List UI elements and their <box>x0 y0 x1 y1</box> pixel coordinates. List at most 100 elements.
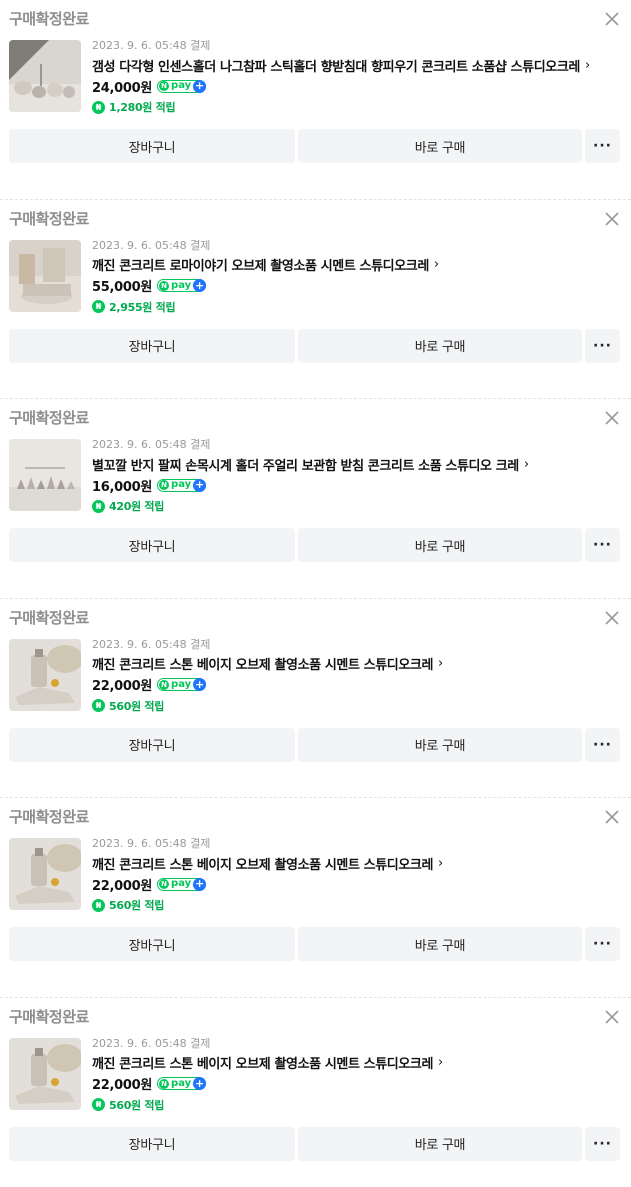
chevron-right-icon: › <box>584 57 591 73</box>
order-date: 2023. 9. 6. 05:48 결제 <box>92 438 211 451</box>
more-options-button[interactable]: ··· <box>585 727 620 762</box>
close-icon[interactable] <box>603 1008 621 1026</box>
order-actions: 장바구니 바로 구매 ··· <box>9 528 622 562</box>
more-options-button[interactable]: ··· <box>585 528 620 562</box>
product-thumbnail[interactable] <box>9 439 81 511</box>
product-thumbnail[interactable] <box>9 838 81 910</box>
product-thumbnail[interactable] <box>9 638 81 711</box>
npay-label: pay <box>171 878 192 889</box>
close-icon[interactable] <box>603 409 621 427</box>
product-title: 별꼬깔 반지 팔찌 손목시계 홀더 주얼리 보관함 받침 콘크리트 소품 스튜디… <box>92 458 519 474</box>
add-to-cart-button[interactable]: 장바구니 <box>9 927 295 961</box>
npay-n-icon: N <box>159 280 170 291</box>
buy-now-button[interactable]: 바로 구매 <box>298 1126 582 1161</box>
add-to-cart-button[interactable]: 장바구니 <box>9 1126 295 1161</box>
product-price: 22,000원 <box>92 679 153 694</box>
npay-n-icon: N <box>159 480 170 490</box>
npoint-icon: ₦ <box>92 100 105 114</box>
product-price: 55,000원 <box>92 280 153 295</box>
plus-icon: + <box>193 79 207 93</box>
product-price: 16,000원 <box>92 479 153 495</box>
add-to-cart-button[interactable]: 장바구니 <box>9 328 295 363</box>
more-options-button[interactable]: ··· <box>585 129 620 163</box>
chevron-right-icon: › <box>433 257 440 272</box>
order-status: 구매확정완료 <box>9 608 89 627</box>
order-status: 구매확정완료 <box>9 10 89 28</box>
buy-now-button[interactable]: 바로 구매 <box>298 328 582 363</box>
product-thumbnail[interactable] <box>9 40 81 112</box>
product-title: 깨진 콘크리트 스톤 베이지 오브제 촬영소품 시멘트 스튜디오크레 <box>92 1057 434 1072</box>
close-icon[interactable] <box>603 808 621 826</box>
order-card: 구매확정완료 2023. 9. 6. 05:48 결제 깨진 콘크리트 스톤 베… <box>0 998 631 1187</box>
close-icon[interactable] <box>603 10 621 28</box>
npay-label: pay <box>171 678 192 690</box>
product-thumbnail[interactable] <box>9 1037 81 1110</box>
price-row: 22,000원 Npay + <box>92 675 623 695</box>
close-icon[interactable] <box>603 609 621 627</box>
product-link[interactable]: 깨진 콘크리트 스톤 베이지 오브제 촬영소품 시멘트 스튜디오크레 › <box>92 853 623 873</box>
npoint-icon: ₦ <box>92 898 105 912</box>
add-to-cart-button[interactable]: 장바구니 <box>9 129 295 163</box>
npay-plus-badge: Npay + <box>157 79 207 93</box>
product-thumbnail[interactable] <box>9 239 81 312</box>
close-icon[interactable] <box>603 210 621 228</box>
points-earned: 420원 적립 <box>109 500 165 513</box>
order-card: 구매확정완료 2023. 9. 6. 05:48 결제 깨진 콘크리트 로마이야… <box>0 200 631 399</box>
points-row: ₦ 560원 적립 <box>92 696 623 716</box>
points-row: ₦ 420원 적립 <box>92 496 623 516</box>
add-to-cart-button[interactable]: 장바구니 <box>9 727 295 762</box>
buy-now-button[interactable]: 바로 구매 <box>298 727 582 762</box>
chevron-right-icon: › <box>438 656 444 671</box>
order-status: 구매확정완료 <box>9 409 89 427</box>
order-date: 2023. 9. 6. 05:48 결제 <box>92 637 211 651</box>
points-earned: 2,955원 적립 <box>109 300 176 314</box>
price-row: 55,000원 Npay + <box>92 276 623 296</box>
product-link[interactable]: 깨진 콘크리트 로마이야기 오브제 촬영소품 시멘트 스튜디오크레 › <box>92 255 623 275</box>
more-options-button[interactable]: ··· <box>585 328 620 363</box>
price-row: 22,000원 Npay + <box>92 1074 623 1094</box>
npay-label: pay <box>171 479 192 490</box>
order-info: 2023. 9. 6. 05:48 결제 깨진 콘크리트 스톤 베이지 오브제 … <box>92 1036 623 1115</box>
order-info: 2023. 9. 6. 05:48 결제 갬성 다각형 인센스홀더 나그참파 스… <box>92 38 623 117</box>
plus-icon: + <box>193 478 207 492</box>
price-row: 24,000원 Npay + <box>92 76 623 96</box>
buy-now-button[interactable]: 바로 구매 <box>298 129 582 163</box>
plus-icon: + <box>193 1076 207 1090</box>
product-link[interactable]: 깨진 콘크리트 스톤 베이지 오브제 촬영소품 시멘트 스튜디오크레 › <box>92 1053 623 1073</box>
points-row: ₦ 560원 적립 <box>92 1095 623 1115</box>
npay-plus-badge: Npay + <box>157 677 207 691</box>
npay-plus-badge: Npay + <box>157 1076 207 1090</box>
more-options-button[interactable]: ··· <box>585 1126 620 1161</box>
npay-n-icon: N <box>159 679 170 690</box>
points-earned: 560원 적립 <box>109 1098 165 1112</box>
buy-now-button[interactable]: 바로 구매 <box>298 528 582 562</box>
product-link[interactable]: 갬성 다각형 인센스홀더 나그참파 스틱홀더 향받침대 향피우기 콘크리트 소품… <box>92 55 623 75</box>
order-date: 2023. 9. 6. 05:48 결제 <box>92 238 211 252</box>
order-status: 구매확정완료 <box>9 1007 89 1026</box>
order-status: 구매확정완료 <box>9 209 89 228</box>
npay-n-icon: N <box>159 1078 170 1089</box>
add-to-cart-button[interactable]: 장바구니 <box>9 528 295 562</box>
npoint-icon: ₦ <box>92 699 105 712</box>
npoint-icon: ₦ <box>92 300 105 313</box>
npay-n-icon: N <box>159 879 170 889</box>
plus-icon: + <box>193 877 207 891</box>
product-title: 깨진 콘크리트 스톤 베이지 오브제 촬영소품 시멘트 스튜디오크레 <box>92 658 434 673</box>
points-row: ₦ 560원 적립 <box>92 895 623 915</box>
order-info: 2023. 9. 6. 05:48 결제 깨진 콘크리트 로마이야기 오브제 촬… <box>92 238 623 317</box>
order-status: 구매확정완료 <box>9 808 89 826</box>
product-title: 갬성 다각형 인센스홀더 나그참파 스틱홀더 향받침대 향피우기 콘크리트 소품… <box>92 59 580 75</box>
more-options-button[interactable]: ··· <box>585 927 620 961</box>
order-actions: 장바구니 바로 구매 ··· <box>9 727 622 762</box>
product-link[interactable]: 별꼬깔 반지 팔찌 손목시계 홀더 주얼리 보관함 받침 콘크리트 소품 스튜디… <box>92 454 623 474</box>
product-link[interactable]: 깨진 콘크리트 스톤 베이지 오브제 촬영소품 시멘트 스튜디오크레 › <box>92 654 623 674</box>
npay-n-icon: N <box>159 81 170 91</box>
order-card: 구매확정완료 2023. 9. 6. 05:48 결제 갬성 다각형 인센스홀더… <box>0 0 631 200</box>
points-earned: 560원 적립 <box>109 699 165 713</box>
order-date: 2023. 9. 6. 05:48 결제 <box>92 39 211 52</box>
npay-label: pay <box>171 80 192 91</box>
buy-now-button[interactable]: 바로 구매 <box>298 927 582 961</box>
npay-plus-badge: Npay + <box>157 279 207 292</box>
price-row: 16,000원 Npay + <box>92 475 623 495</box>
plus-icon: + <box>193 677 207 691</box>
